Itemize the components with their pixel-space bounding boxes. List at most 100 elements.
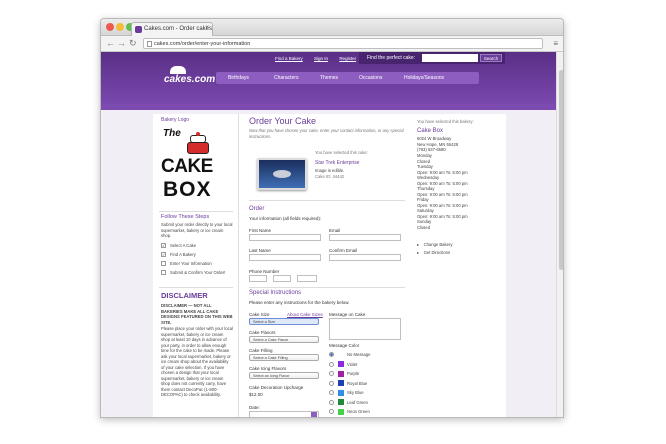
nav-themes[interactable]: Themes [320,75,338,81]
radio-icon[interactable] [329,409,334,414]
message-color-option[interactable]: Leaf Green [329,399,405,409]
disclaimer-bold-text: DISCLAIMER — NOT ALL BAKERIES MAKE ALL C… [161,303,233,325]
cake-note: Image is edible. [315,168,345,173]
back-icon[interactable]: ← [106,39,115,48]
search-button[interactable]: Search [480,54,502,62]
sign-in-link[interactable]: Sign In [314,56,328,61]
confirm-email-label: Confirm Email [329,248,358,253]
phone-prefix-field[interactable] [273,275,291,282]
address-bar[interactable]: cakes.com/order/enter-your-information [143,38,543,49]
message-color-option[interactable]: Sky Blue [329,389,405,399]
cake-name[interactable]: Star Trek Enterprise [315,160,359,166]
message-color-list: No Message Violet Purple Royal Blue Sky Blue… [329,351,405,417]
about-sizes-link[interactable]: About Cake Sizes [287,312,323,317]
color-name: No Message [347,352,371,357]
title-bar: Cakes.com - Order cakes × [101,19,563,36]
browser-tab[interactable]: Cakes.com - Order cakes × [131,22,213,36]
search-input[interactable] [422,54,478,62]
color-swatch [338,361,344,367]
message-color-label: Message Color [329,343,360,348]
color-name: Royal Blue [347,380,368,386]
browser-toolbar: ← → ↻ cakes.com/order/enter-your-informa… [101,36,563,52]
message-color-option[interactable]: Purple [329,370,405,380]
divider [249,287,405,288]
message-on-cake-textarea[interactable] [329,318,401,340]
menu-icon[interactable]: ≡ [553,39,558,48]
color-swatch [338,380,344,386]
get-directions-link[interactable]: ▸ Get Directions [417,241,450,259]
radio-icon[interactable] [329,380,334,386]
checkbox-empty-icon [161,270,166,275]
selected-cake-label: You have selected this cake: [315,150,368,155]
checkbox-empty-icon [161,261,166,266]
disclaimer-title: DISCLAIMER [161,291,208,300]
message-color-option[interactable]: Neon Green [329,408,405,417]
close-window-button[interactable] [106,23,114,31]
category-nav: Birthdays Characters Themes Occasions Ho… [216,72,479,84]
disclaimer-text: Please place your order with your local … [161,326,233,397]
phone-line-field[interactable] [297,275,317,282]
browser-window: Cakes.com - Order cakes × ← → ↻ cakes.co… [100,18,564,418]
email-label: Email [329,228,341,233]
icing-flavors-select[interactable]: Select an Icing Flavor [249,372,319,379]
bakery-logo-label: Bakery Logo [161,117,190,123]
header-scallop-border [101,104,563,112]
get-directions-text: Get Directions [423,250,451,255]
message-color-option[interactable]: No Message [329,351,405,361]
color-swatch [338,399,344,405]
order-section-title: Order [249,206,265,212]
step-item: Submit & Confirm Your Order! [161,269,237,283]
upcharge-label: Cake Decoration Upcharge [249,385,304,390]
icing-flavors-label: Cake Icing Flavors [249,366,287,371]
cake-flavors-select[interactable]: Select a Cake Flavor [249,336,319,343]
message-color-option[interactable]: Royal Blue [329,380,405,390]
cake-filling-label: Cake Filling [249,348,273,353]
tab-title: Cakes.com - Order cakes [144,26,213,32]
page-scrollbar[interactable] [556,52,563,417]
steps-list: ✓ Select A Cake ✓ Find A Bakery Enter Yo… [161,242,237,283]
email-field[interactable] [329,234,401,241]
logo-text: cakes.com [164,74,216,85]
register-link[interactable]: Register [339,56,356,61]
selected-bakery-label: You have selected this bakery: [417,119,474,124]
cake-size-select[interactable]: Select a Size [249,318,319,325]
minimize-window-button[interactable] [116,23,124,31]
last-name-field[interactable] [249,254,321,261]
reload-icon[interactable]: ↻ [129,39,137,48]
cake-id: Cake ID: 44442 [315,174,345,179]
radio-icon[interactable] [329,390,334,395]
logo-box-text: BOX [163,178,212,201]
special-intro-text: Please enter any instructions for the ba… [249,300,350,305]
cake-size-label: Cake Size [249,312,270,317]
starship-icon [273,170,291,178]
nav-birthdays[interactable]: Birthdays [228,75,249,81]
step-label: Enter Your Information [170,261,212,266]
main-column: Order Your Cake Now that you have chosen… [249,114,409,417]
date-field[interactable] [249,411,319,417]
first-name-field[interactable] [249,234,321,241]
color-name: Neon Green [347,409,370,414]
radio-selected-icon[interactable] [329,352,334,357]
divider [159,211,233,212]
message-color-option[interactable]: Violet [329,361,405,371]
radio-icon[interactable] [329,371,334,376]
radio-icon[interactable] [329,399,334,405]
calendar-icon[interactable] [311,412,317,417]
site-logo[interactable]: cakes.com [164,66,215,85]
confirm-email-field[interactable] [329,254,401,261]
steps-title: Follow These Steps [161,214,210,220]
tab-close-icon[interactable]: × [205,25,209,31]
radio-icon[interactable] [329,361,334,367]
nav-occasions[interactable]: Occasions [359,75,382,81]
web-page: cakes.com Find a Bakery Sign In Register… [101,52,563,417]
forward-icon[interactable]: → [117,39,126,48]
find-bakery-link[interactable]: Find a Bakery [275,56,303,61]
nav-holidays-seasons[interactable]: Holidays/Seasons [404,75,444,81]
nav-characters[interactable]: Characters [274,75,298,81]
phone-area-code-field[interactable] [249,275,267,282]
link-arrow-icon: ▸ [417,250,420,255]
cake-filling-select[interactable]: Select a Cake Filling [249,354,319,361]
color-swatch [338,408,344,415]
phone-label: Phone Number [249,269,280,274]
scrollbar-thumb[interactable] [559,70,563,270]
